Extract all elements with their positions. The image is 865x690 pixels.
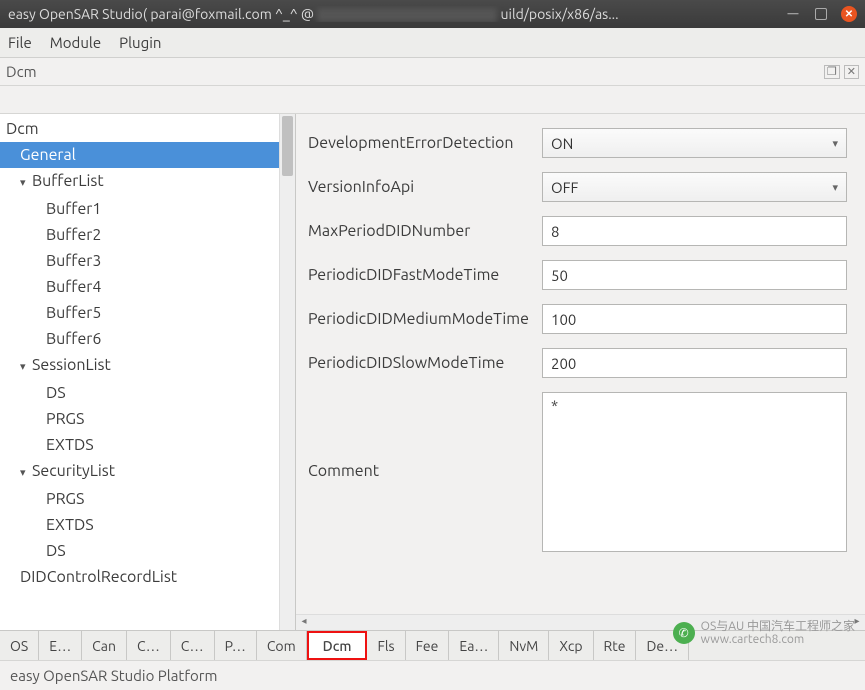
field-label: PeriodicDIDSlowModeTime — [308, 354, 542, 372]
tree-item-label: General — [20, 146, 76, 164]
tab-can[interactable]: Can — [82, 631, 127, 660]
expand-icon[interactable]: ▾ — [20, 170, 32, 196]
tree-item-label: PRGS — [46, 490, 84, 508]
tree-item-label: Buffer5 — [46, 304, 101, 322]
status-text: easy OpenSAR Studio Platform — [10, 667, 217, 684]
field-label: PeriodicDIDMediumModeTime — [308, 310, 542, 328]
tree-item[interactable]: Buffer2 — [0, 222, 295, 248]
tree-item[interactable]: DS — [0, 380, 295, 406]
tree-item[interactable]: ▾SessionList — [0, 352, 295, 380]
watermark: ✆ OS与AU 中国汽车工程师之家 www.cartech8.com — [673, 620, 855, 646]
tree-item[interactable]: PRGS — [0, 486, 295, 512]
combo-versioninfoapi[interactable]: OFF▾ — [542, 172, 847, 202]
tree-item[interactable]: PRGS — [0, 406, 295, 432]
window-title: easy OpenSAR Studio( parai@foxmail.com ^… — [8, 6, 785, 22]
tree-item-label: EXTDS — [46, 516, 94, 534]
menu-file[interactable]: File — [8, 34, 32, 51]
expand-icon[interactable]: ▾ — [20, 460, 32, 486]
tab-fls[interactable]: Fls — [367, 631, 405, 660]
field-label: Comment — [308, 392, 542, 480]
chevron-down-icon: ▾ — [832, 137, 838, 150]
comment-textarea[interactable]: * — [542, 392, 847, 552]
config-tree[interactable]: DcmGeneral▾BufferListBuffer1Buffer2Buffe… — [0, 114, 295, 592]
input-maxperioddidnumber[interactable]: 8 — [542, 216, 847, 246]
tree-item-label: DS — [46, 542, 66, 560]
tab-c[interactable]: C… — [171, 631, 215, 660]
dock-close-icon[interactable]: ✕ — [844, 65, 859, 79]
tree-item[interactable]: ▾BufferList — [0, 168, 295, 196]
tree-item-label: Buffer6 — [46, 330, 101, 348]
tree-item-label: BufferList — [32, 172, 104, 190]
input-periodicdidfastmodetime[interactable]: 50 — [542, 260, 847, 290]
chevron-down-icon: ▾ — [832, 181, 838, 194]
scroll-left-icon[interactable]: ◂ — [296, 615, 312, 630]
tree-item[interactable]: Buffer6 — [0, 326, 295, 352]
field-label: VersionInfoApi — [308, 178, 542, 196]
maximize-button[interactable] — [815, 8, 827, 20]
tree-item[interactable]: Buffer3 — [0, 248, 295, 274]
status-bar: easy OpenSAR Studio Platform — [0, 660, 865, 690]
tree-item[interactable]: Buffer1 — [0, 196, 295, 222]
tree-item[interactable]: DS — [0, 538, 295, 564]
tree-item-label: EXTDS — [46, 436, 94, 454]
expand-icon[interactable]: ▾ — [20, 354, 32, 380]
tab-p[interactable]: P… — [215, 631, 257, 660]
tab-rte[interactable]: Rte — [594, 631, 637, 660]
input-periodicdidslowmodetime[interactable]: 200 — [542, 348, 847, 378]
dock-restore-icon[interactable]: ❐ — [824, 65, 840, 79]
tab-xcp[interactable]: Xcp — [549, 631, 593, 660]
property-pane: DevelopmentErrorDetectionON▾ VersionInfoA… — [296, 114, 865, 630]
field-label: PeriodicDIDFastModeTime — [308, 266, 542, 284]
tree-item-label: DS — [46, 384, 66, 402]
vertical-scrollbar[interactable] — [279, 114, 295, 630]
tab-com[interactable]: Com — [257, 631, 307, 660]
tree-item-label: SecurityList — [32, 462, 115, 480]
tab-fee[interactable]: Fee — [406, 631, 450, 660]
dock-header: Dcm ❐ ✕ — [0, 58, 865, 86]
menu-bar: File Module Plugin — [0, 28, 865, 58]
tab-os[interactable]: OS — [0, 631, 39, 660]
tree-item-label: PRGS — [46, 410, 84, 428]
tab-e[interactable]: E… — [39, 631, 82, 660]
tree-item[interactable]: ▾SecurityList — [0, 458, 295, 486]
input-periodicdidmediummodetime[interactable]: 100 — [542, 304, 847, 334]
field-label: DevelopmentErrorDetection — [308, 134, 542, 152]
tree-item-label: Buffer4 — [46, 278, 101, 296]
wechat-icon: ✆ — [673, 622, 695, 644]
tree-root[interactable]: Dcm — [0, 116, 295, 142]
tab-nvm[interactable]: NvM — [499, 631, 549, 660]
field-label: MaxPeriodDIDNumber — [308, 222, 542, 240]
tree-item[interactable]: EXTDS — [0, 512, 295, 538]
tree-item[interactable]: DIDControlRecordList — [0, 564, 295, 590]
tree-item-label: SessionList — [32, 356, 111, 374]
menu-module[interactable]: Module — [50, 34, 101, 51]
tree-item-label: Buffer3 — [46, 252, 101, 270]
tree-item-label: DIDControlRecordList — [20, 568, 177, 586]
tab-c[interactable]: C… — [127, 631, 171, 660]
close-button[interactable] — [841, 6, 857, 22]
window-titlebar: easy OpenSAR Studio( parai@foxmail.com ^… — [0, 0, 865, 28]
tree-item[interactable]: General — [0, 142, 295, 168]
toolbar-area — [0, 86, 865, 114]
tree-item-label: Buffer1 — [46, 200, 101, 218]
minimize-button[interactable] — [785, 6, 801, 22]
tree-item[interactable]: Buffer4 — [0, 274, 295, 300]
tab-dcm[interactable]: Dcm — [307, 631, 368, 660]
combo-developmenterrordetection[interactable]: ON▾ — [542, 128, 847, 158]
tree-item-label: Buffer2 — [46, 226, 101, 244]
tree-pane: DcmGeneral▾BufferListBuffer1Buffer2Buffe… — [0, 114, 296, 630]
menu-plugin[interactable]: Plugin — [119, 34, 161, 51]
tree-item[interactable]: Buffer5 — [0, 300, 295, 326]
tab-ea[interactable]: Ea… — [449, 631, 499, 660]
tree-item[interactable]: EXTDS — [0, 432, 295, 458]
dock-title: Dcm — [6, 63, 37, 80]
